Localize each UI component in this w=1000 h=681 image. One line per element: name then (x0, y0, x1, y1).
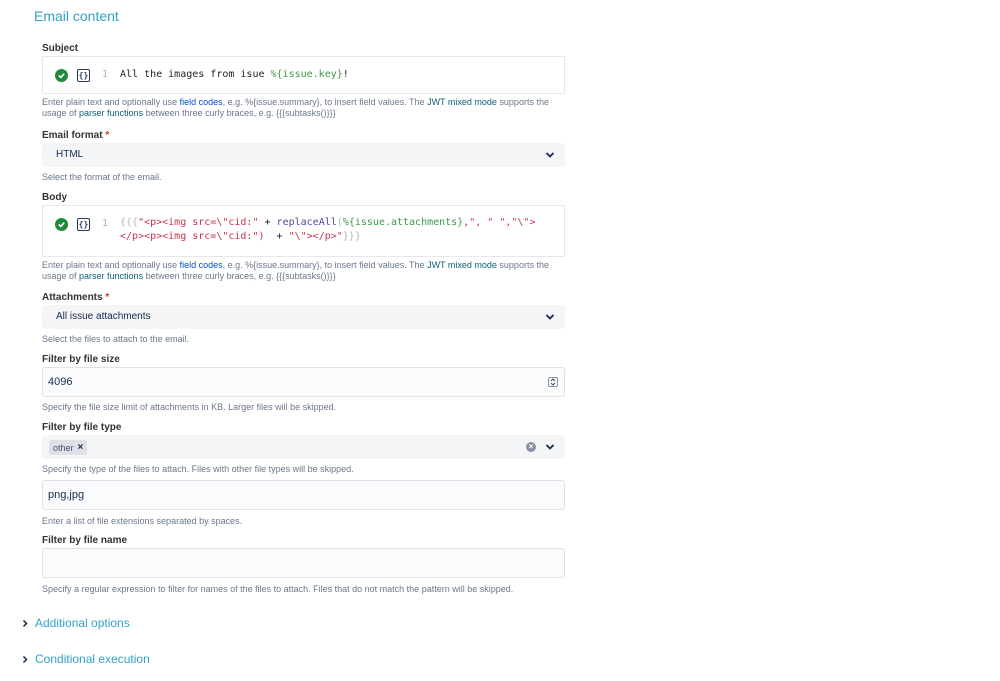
email-format-label: Email format * (42, 130, 109, 141)
attachments-help: Select the files to attach to the email. (42, 334, 190, 344)
file-type-tag: other × (49, 440, 88, 455)
file-size-value: 4096 (48, 376, 73, 388)
required-marker: * (105, 130, 110, 141)
code-field: %{issue.attachments} (342, 217, 464, 228)
field-codes-link[interactable]: field codes (180, 97, 223, 107)
valid-check-icon (55, 69, 68, 82)
mixed-mode-braces-icon[interactable]: {} (77, 69, 90, 82)
chevron-right-icon (22, 619, 28, 627)
file-extensions-input[interactable]: png,jpg (42, 480, 565, 510)
filter-size-help: Specify the file size limit of attachmen… (42, 402, 337, 412)
email-format-select[interactable]: HTML (42, 143, 565, 167)
required-marker: * (105, 292, 110, 303)
file-type-multiselect[interactable]: other × × (42, 435, 565, 459)
code-string: "<p><img src=\"cid:" (138, 217, 259, 228)
line-number: 1 (102, 218, 109, 229)
code-function: replaceAll (276, 217, 337, 228)
filter-type-help: Specify the type of the files to attach.… (42, 464, 354, 474)
chevron-right-icon (22, 655, 28, 663)
help-text: between three curly braces, e.g. {{{subt… (143, 271, 336, 281)
subject-label: Subject (42, 43, 79, 54)
conditional-execution-label: Conditional execution (35, 652, 150, 666)
number-spinner-icon[interactable] (548, 377, 558, 387)
remove-tag-icon[interactable]: × (78, 442, 84, 453)
help-text: Enter plain text and optionally use (42, 97, 180, 107)
filter-name-label: Filter by file name (42, 535, 128, 546)
section-title-email-content: Email content (34, 8, 119, 24)
valid-check-icon (55, 218, 68, 231)
filter-type-label: Filter by file type (42, 422, 122, 433)
subject-editor[interactable]: {} 1 All the images from isue %{issue.ke… (42, 56, 565, 94)
parser-functions-link[interactable]: parser functions (79, 271, 143, 281)
code-op: + (258, 217, 277, 228)
additional-options-toggle[interactable]: Additional options (22, 616, 130, 630)
body-code[interactable]: {{{"<p><img src=\"cid:" + replaceAll(%{i… (120, 216, 535, 244)
body-editor[interactable]: {} 1 {{{"<p><img src=\"cid:" + replaceAl… (42, 205, 565, 257)
body-help: Enter plain text and optionally use fiel… (42, 260, 567, 282)
help-text: between three curly braces, e.g. {{{subt… (143, 108, 336, 118)
code-text: All the images from isue (120, 69, 271, 80)
code-string: </p><p><img src=\"cid:") (120, 231, 265, 242)
field-codes-link[interactable]: field codes (180, 260, 223, 270)
help-text: , e.g. %{issue.summary}, to insert field… (222, 97, 428, 107)
code-braces: }}} (342, 231, 361, 242)
help-text: Enter plain text and optionally use (42, 260, 180, 270)
file-extensions-value: png,jpg (48, 489, 85, 501)
body-label: Body (42, 192, 67, 203)
chevron-down-icon (545, 152, 555, 158)
filter-name-help: Specify a regular expression to filter f… (42, 584, 514, 594)
mixed-mode-braces-icon[interactable]: {} (77, 218, 90, 231)
jwt-mixed-mode-link[interactable]: JWT mixed mode (427, 97, 497, 107)
line-number: 1 (102, 69, 109, 80)
additional-options-label: Additional options (35, 616, 130, 630)
email-format-label-text: Email format (42, 130, 103, 141)
file-type-tag-label: other (53, 442, 74, 453)
chevron-down-icon[interactable] (545, 442, 555, 452)
email-format-help: Select the format of the email. (42, 172, 162, 182)
chevron-down-icon (545, 314, 555, 320)
code-string: ","\"> (499, 217, 536, 228)
clear-icon[interactable]: × (526, 442, 536, 452)
attachments-select[interactable]: All issue attachments (42, 305, 565, 329)
subject-help: Enter plain text and optionally use fiel… (42, 97, 567, 119)
code-string: ,", " (463, 217, 500, 228)
code-braces: {{{ (120, 217, 139, 228)
attachments-label: Attachments * (42, 292, 109, 303)
file-name-input[interactable] (42, 548, 565, 578)
code-op: + (264, 231, 289, 242)
conditional-execution-toggle[interactable]: Conditional execution (22, 652, 150, 666)
code-text-end: ! (342, 69, 349, 80)
email-format-value: HTML (56, 149, 84, 160)
code-string: "\"></p>" (288, 231, 343, 242)
file-size-input[interactable]: 4096 (42, 367, 565, 397)
attachments-label-text: Attachments (42, 292, 103, 303)
code-field: %{issue.key} (270, 69, 343, 80)
jwt-mixed-mode-link[interactable]: JWT mixed mode (427, 260, 497, 270)
filter-size-label: Filter by file size (42, 354, 120, 365)
help-text: , e.g. %{issue.summary}, to insert field… (222, 260, 428, 270)
subject-code[interactable]: All the images from isue %{issue.key}! (120, 68, 349, 82)
attachments-value: All issue attachments (56, 311, 151, 322)
file-extensions-help: Enter a list of file extensions separate… (42, 516, 243, 526)
parser-functions-link[interactable]: parser functions (79, 108, 143, 118)
